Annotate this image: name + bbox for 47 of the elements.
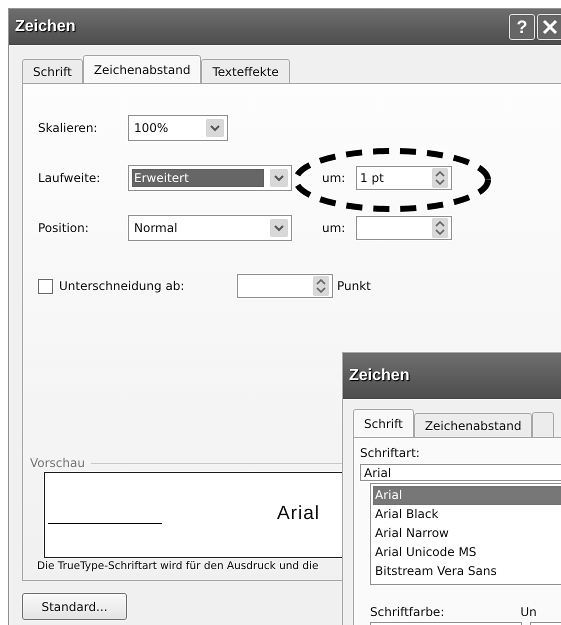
font-field[interactable]: Arial — [360, 464, 561, 481]
field-label: Schriftart: — [360, 446, 421, 460]
close-icon — [541, 18, 559, 36]
dropdown[interactable]: Normal — [128, 215, 292, 241]
spin-field[interactable]: 1 pt — [356, 166, 452, 190]
spin-field[interactable] — [356, 216, 452, 240]
default-button[interactable]: Standard... — [22, 593, 127, 620]
preview-note: Die TrueType-Schriftart wird für den Ausdruck und die — [36, 559, 318, 572]
field-label: um: — [322, 221, 346, 235]
checkbox-label: Unterschneidung ab: — [59, 279, 186, 293]
field-label: Laufweite: — [38, 171, 102, 185]
tab[interactable]: Zeichenabstand — [414, 413, 532, 437]
field-label: Un — [520, 605, 537, 619]
dropdown-value: 100% — [133, 120, 170, 137]
field-label: Schriftfarbe: — [370, 605, 444, 619]
font-list-item[interactable]: Arial — [373, 486, 561, 505]
checkbox[interactable] — [38, 278, 53, 294]
dropdown-value: Erweitert — [132, 169, 264, 187]
chevron-down-icon — [270, 219, 288, 237]
spinner-arrows-icon — [432, 168, 448, 188]
tab[interactable] — [532, 412, 554, 437]
dropdown[interactable]: Erweitert — [128, 165, 292, 191]
window-title: Zeichen — [15, 18, 76, 36]
field-label: Skalieren: — [38, 121, 98, 135]
tab[interactable]: Zeichenabstand — [82, 55, 202, 83]
unit-label: Punkt — [337, 279, 371, 293]
font-list-item[interactable]: Arial Narrow — [373, 524, 561, 543]
field-label: Position: — [38, 221, 90, 235]
spinner-arrows-icon — [432, 218, 448, 238]
group-label: Vorschau — [30, 456, 85, 470]
font-list-item[interactable]: Arial Unicode MS — [373, 543, 561, 562]
field-label: um: — [322, 171, 346, 185]
dropdown-value: Normal — [133, 220, 178, 237]
font-list-item[interactable]: Bitstream Vera Sans — [373, 562, 561, 581]
chevron-down-icon — [270, 169, 288, 187]
chevron-down-icon — [206, 119, 224, 137]
window-title: Zeichen — [349, 367, 410, 385]
help-button[interactable]: ? — [509, 14, 535, 40]
tab[interactable]: Texteffekte — [201, 59, 290, 83]
font-list-item[interactable]: Arial Black — [373, 505, 561, 524]
tab[interactable]: Schrift — [353, 409, 414, 437]
dropdown[interactable]: 100% — [128, 115, 228, 141]
spin-field[interactable] — [237, 274, 333, 298]
spinner-arrows-icon — [313, 276, 329, 296]
preview-sample: Arial — [277, 503, 320, 525]
tab[interactable]: Schrift — [22, 59, 83, 83]
close-button[interactable] — [537, 14, 561, 40]
